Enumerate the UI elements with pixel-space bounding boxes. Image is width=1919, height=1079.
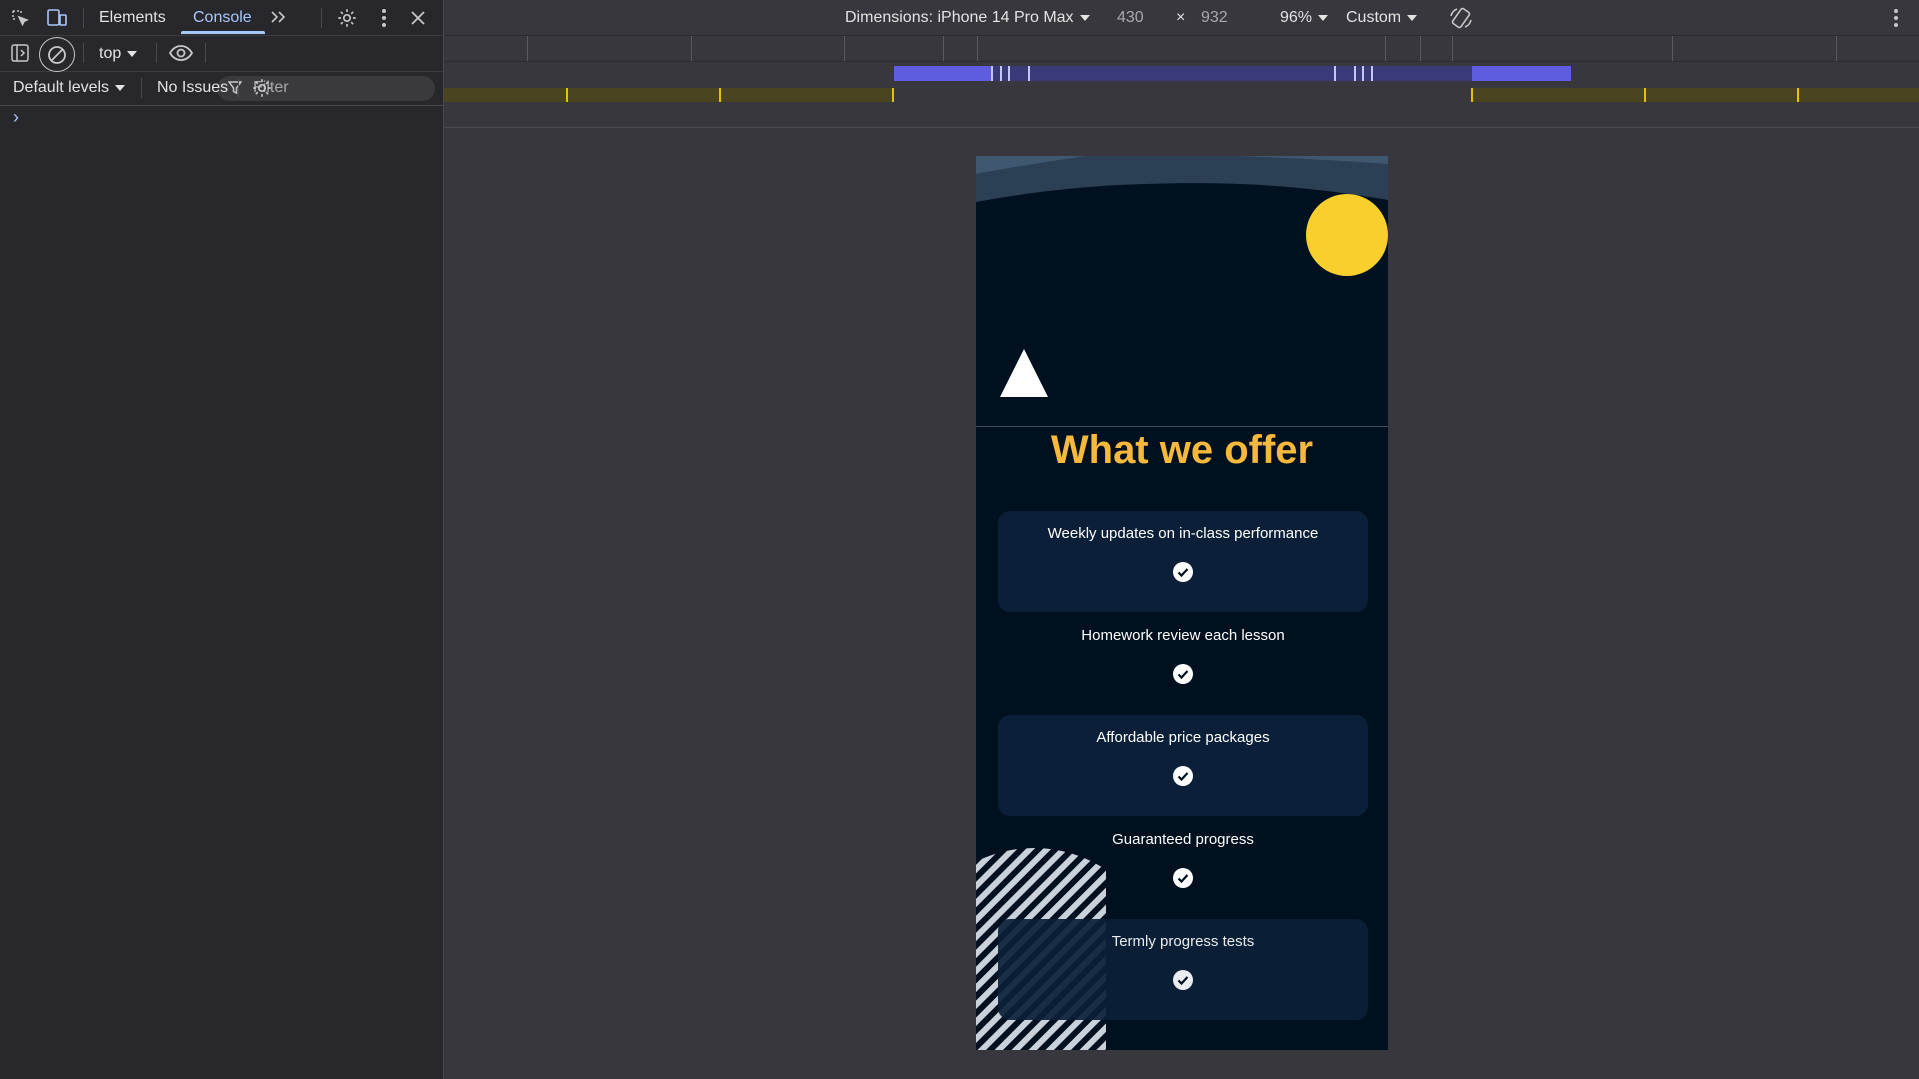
separator: [205, 43, 206, 63]
offer-label: Weekly updates on in-class performance: [1047, 525, 1319, 542]
check-circle-icon: [1173, 664, 1193, 684]
preset-divider: [527, 36, 528, 61]
offer-label: Termly progress tests: [1111, 933, 1255, 950]
device-toolbar-icon[interactable]: [46, 7, 68, 29]
preset-divider: [1385, 36, 1386, 61]
preset-divider: [943, 36, 944, 61]
settings-gear-icon[interactable]: [335, 6, 359, 30]
chevron-down-icon: [127, 50, 138, 57]
rotate-device-icon[interactable]: [1447, 4, 1475, 32]
chevron-down-icon: [1318, 14, 1329, 21]
media-query-marker: [1000, 66, 1002, 81]
separator: [238, 78, 239, 98]
console-toolbar: top Filter: [0, 35, 443, 101]
offer-card-homework-review: Homework review each lesson: [998, 613, 1368, 714]
query-marker: [1797, 88, 1799, 102]
more-options-icon[interactable]: [374, 6, 394, 30]
inspect-element-icon[interactable]: [9, 7, 31, 29]
separator: [321, 8, 322, 28]
device-viewport: What we offer Weekly updates on in-class…: [976, 156, 1388, 1050]
throttle-select[interactable]: Custom: [1346, 9, 1418, 27]
media-query-marker: [1354, 66, 1356, 81]
media-query-marker: [1334, 66, 1336, 81]
zoom-value: 96%: [1280, 9, 1313, 26]
media-query-marker: [1028, 66, 1030, 81]
check-circle-icon: [1173, 970, 1193, 990]
device-more-options-icon[interactable]: [1886, 6, 1906, 30]
check-circle-icon: [1173, 868, 1193, 888]
min-width-query-bar[interactable]: [1471, 88, 1919, 102]
offer-label: Homework review each lesson: [1081, 627, 1285, 644]
media-query-bar[interactable]: [894, 66, 991, 81]
offer-card-affordable-price: Affordable price packages: [998, 715, 1368, 816]
query-marker: [892, 88, 894, 102]
preset-divider: [691, 36, 692, 61]
device-dimensions-select[interactable]: Dimensions: iPhone 14 Pro Max: [845, 9, 1090, 27]
media-query-bars: [444, 36, 1919, 128]
sun-circle: [1306, 194, 1388, 276]
close-icon[interactable]: [407, 6, 429, 30]
active-tab-indicator: [181, 31, 265, 34]
ruler-divider: [444, 127, 1919, 128]
log-levels-value: Default levels: [13, 79, 110, 96]
more-tabs-icon[interactable]: [267, 6, 289, 28]
log-levels-select[interactable]: Default levels: [13, 79, 126, 97]
preset-divider: [977, 36, 978, 61]
offer-label: Affordable price packages: [1096, 729, 1270, 746]
section-heading: What we offer: [1050, 428, 1314, 472]
offer-card-termly-tests: Termly progress tests: [998, 919, 1368, 1020]
preset-divider: [1672, 36, 1673, 61]
devtools-tabbar: Elements Console: [0, 0, 443, 36]
separator: [83, 8, 84, 28]
separator: [141, 78, 142, 98]
console-levels-bar: Default levels No Issues: [0, 71, 443, 106]
preset-divider: [844, 36, 845, 61]
chevron-down-icon: [1079, 14, 1090, 21]
chevron-down-icon: [1407, 14, 1418, 21]
context-select-value: top: [99, 45, 122, 62]
device-name: Dimensions: iPhone 14 Pro Max: [845, 9, 1074, 26]
console-settings-gear-icon[interactable]: [250, 76, 274, 100]
chevron-down-icon: [115, 84, 126, 91]
tab-console[interactable]: Console: [193, 9, 252, 27]
offer-card-guaranteed-progress: Guaranteed progress: [998, 817, 1368, 918]
offer-label: Guaranteed progress: [1112, 831, 1254, 848]
query-marker: [566, 88, 568, 102]
separator: [83, 43, 84, 63]
device-size-presets[interactable]: [444, 36, 1919, 62]
preset-divider: [1420, 36, 1421, 61]
devtools-panel: Elements Console top Filter Default leve…: [0, 0, 444, 1079]
hero-section: [976, 156, 1388, 427]
check-circle-icon: [1173, 562, 1193, 582]
media-query-marker: [1008, 66, 1010, 81]
tab-elements[interactable]: Elements: [99, 9, 166, 27]
sidebar-toggle-icon[interactable]: [9, 42, 31, 64]
media-query-marker: [1362, 66, 1364, 81]
triangle-shape: [1000, 349, 1048, 397]
check-circle-icon: [1173, 766, 1193, 786]
console-prompt[interactable]: ›: [13, 107, 19, 128]
query-marker: [1471, 88, 1473, 102]
media-query-marker: [991, 66, 993, 81]
issues-counter[interactable]: No Issues: [157, 79, 228, 97]
hero-illustration: [976, 156, 1388, 397]
preset-divider: [1836, 36, 1837, 61]
media-query-bar[interactable]: [1472, 66, 1571, 81]
device-toolbar: Dimensions: iPhone 14 Pro Max 430 × 932 …: [444, 0, 1919, 36]
viewport-width-input[interactable]: 430: [1117, 9, 1144, 27]
separator: [156, 43, 157, 63]
throttle-value: Custom: [1346, 9, 1402, 26]
media-query-marker: [1371, 66, 1373, 81]
query-marker: [1644, 88, 1646, 102]
dimension-times: ×: [1176, 9, 1186, 26]
context-select[interactable]: top: [99, 45, 138, 63]
viewport-height-input[interactable]: 932: [1201, 9, 1228, 27]
live-expression-eye-icon[interactable]: [167, 42, 195, 64]
clear-console-icon[interactable]: [39, 37, 75, 72]
min-width-query-bar[interactable]: [444, 88, 893, 102]
preset-divider: [1452, 36, 1453, 61]
zoom-select[interactable]: 96%: [1280, 9, 1329, 27]
offer-card-weekly-updates: Weekly updates on in-class performance: [998, 511, 1368, 612]
query-marker: [719, 88, 721, 102]
